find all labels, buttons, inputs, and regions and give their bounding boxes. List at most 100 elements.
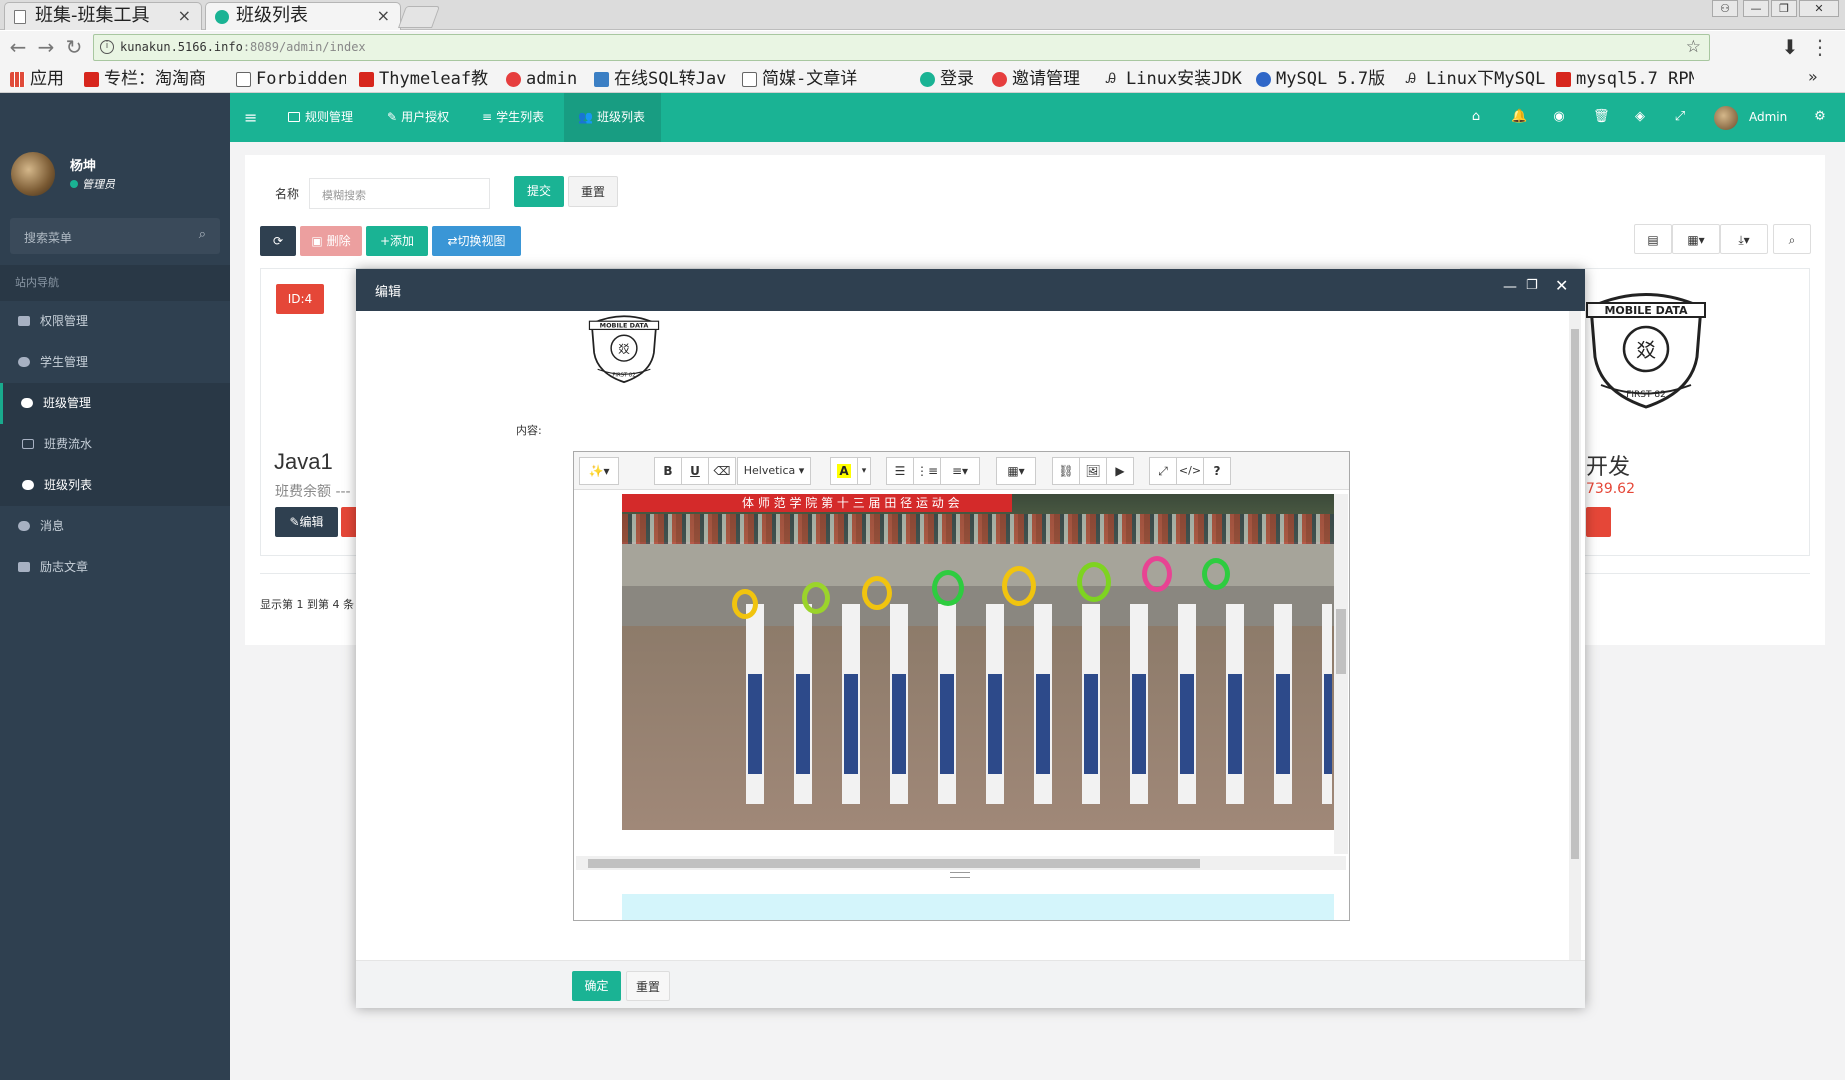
search-icon[interactable]: ⌕ xyxy=(199,227,206,242)
bookmark-item[interactable]: admin xyxy=(504,67,592,91)
ordered-list-icon[interactable]: ⋮≡ xyxy=(913,457,941,485)
magic-icon[interactable]: ✨▾ xyxy=(579,457,619,485)
sidebar-item-classes[interactable]: 班级管理 xyxy=(0,383,230,424)
rich-text-editor[interactable]: ✨▾ B U ⌫ Helvetica ▾ A ▾ ☰ ⋮≡ ≡▾ ▦▾ ⛓ 🖼 … xyxy=(573,451,1350,921)
more-bookmarks-icon[interactable]: » xyxy=(1808,67,1818,86)
bookmark-item[interactable]: mysql5.7 RPM xyxy=(1554,67,1694,91)
bookmark-item[interactable]: 邀请管理 xyxy=(990,67,1096,91)
list-view-button[interactable]: ▤ xyxy=(1634,224,1672,254)
sidebar-item-students[interactable]: 学生管理 xyxy=(0,342,230,383)
editor-hscrollbar[interactable] xyxy=(576,856,1346,870)
sidebar-item-class-list[interactable]: 班级列表 xyxy=(0,465,230,506)
avatar[interactable] xyxy=(1714,106,1738,130)
underline-button[interactable]: U xyxy=(681,457,709,485)
hamburger-icon[interactable]: ≡ xyxy=(244,93,264,142)
bold-button[interactable]: B xyxy=(654,457,682,485)
browser-tab-1[interactable]: 班集-班集工具 × xyxy=(4,2,202,30)
csdn-icon xyxy=(1556,72,1571,87)
bookmark-apps[interactable]: 应用 xyxy=(8,67,76,91)
align-icon[interactable]: ≡▾ xyxy=(940,457,980,485)
info-icon[interactable]: i xyxy=(100,40,114,54)
bookmark-item[interactable]: Ꭿ Linux安装JDK xyxy=(1104,67,1242,91)
bookmark-item[interactable]: Forbidden xyxy=(234,67,346,91)
unordered-list-icon[interactable]: ☰ xyxy=(886,457,914,485)
bookmark-item[interactable]: Ꭿ Linux下MySQL xyxy=(1404,67,1552,91)
bookmark-item[interactable]: Thymeleaf教 xyxy=(357,67,492,91)
close-icon[interactable]: × xyxy=(377,3,390,29)
bookmark-item[interactable]: MySQL 5.7版 xyxy=(1254,67,1396,91)
reload-icon[interactable]: ↻ xyxy=(62,36,86,60)
add-button[interactable]: +添加 xyxy=(366,226,428,256)
editor-scrollbar[interactable] xyxy=(1334,494,1348,854)
topnav-auth[interactable]: ✎ 用户授权 xyxy=(387,93,457,142)
reset-button[interactable]: 重置 xyxy=(568,176,618,207)
resize-handle[interactable] xyxy=(950,872,970,878)
maximize-icon[interactable]: ❐ xyxy=(1526,278,1538,293)
refresh-button[interactable]: ⟳ xyxy=(260,226,296,256)
sidebar-item-articles[interactable]: 励志文章 xyxy=(0,547,230,588)
delete-card-button[interactable] xyxy=(1586,507,1611,537)
export-button[interactable]: ⤓▾ xyxy=(1720,224,1768,254)
topnav-classes[interactable]: 👥 班级列表 xyxy=(564,93,661,142)
help-icon[interactable]: ? xyxy=(1203,457,1231,485)
close-icon[interactable]: × xyxy=(178,3,191,29)
font-color-icon[interactable]: A xyxy=(830,457,858,485)
browser-tab-2[interactable]: 班级列表 × xyxy=(205,2,401,30)
user-icon[interactable]: ⚇ xyxy=(1712,0,1738,17)
minimize-button[interactable]: — xyxy=(1743,0,1769,17)
new-tab-button[interactable] xyxy=(397,6,441,28)
sidebar-item-messages[interactable]: 消息 xyxy=(0,506,230,547)
bookmark-item[interactable]: 简媒-文章详 xyxy=(740,67,900,91)
bookmark-item[interactable]: 专栏：淘淘商 xyxy=(82,67,222,91)
gears-icon[interactable]: ⚙ xyxy=(1813,110,1827,124)
code-view-icon[interactable]: </> xyxy=(1176,457,1204,485)
switch-view-button[interactable]: ⇄切换视图 xyxy=(432,226,521,256)
back-icon[interactable]: ← xyxy=(6,36,30,60)
github-icon[interactable]: ◉ xyxy=(1552,110,1566,124)
font-family-select[interactable]: Helvetica ▾ xyxy=(737,457,811,485)
fullscreen-icon[interactable]: ⤢ xyxy=(1149,457,1177,485)
url-input[interactable]: i kunakun.5166.info:8089/admin/index ☆ xyxy=(93,34,1710,61)
edit-button[interactable]: ✎编辑 xyxy=(275,507,338,537)
topnav-students[interactable]: ≡ 学生列表 xyxy=(482,93,554,142)
logo-text: MOBILE DATA xyxy=(1604,304,1688,317)
submit-button[interactable]: 提交 xyxy=(514,176,564,207)
menu-icon[interactable]: ⋮ xyxy=(1808,36,1832,60)
search-button[interactable]: ⌕ xyxy=(1773,224,1811,254)
lock-icon[interactable]: ◈ xyxy=(1633,110,1647,124)
sidebar-item-permissions[interactable]: 权限管理 xyxy=(0,301,230,342)
scroll-thumb[interactable] xyxy=(1336,609,1346,674)
fullscreen-icon[interactable]: ⤢ xyxy=(1673,110,1687,124)
download-icon[interactable]: ⬇ xyxy=(1778,36,1802,60)
close-window-button[interactable]: ✕ xyxy=(1799,0,1839,17)
close-icon[interactable]: ✕ xyxy=(1555,276,1568,295)
name-search-input[interactable]: 模糊搜索 xyxy=(309,178,490,209)
sidebar-search-input[interactable]: 搜索菜单 ⌕ xyxy=(10,218,220,254)
columns-button[interactable]: ▦▾ xyxy=(1672,224,1720,254)
bookmark-item[interactable]: 在线SQL转Jav xyxy=(592,67,730,91)
sidebar-item-class-funds[interactable]: 班费流水 xyxy=(0,424,230,465)
topnav-rules[interactable]: 规则管理 xyxy=(288,93,360,142)
bookmark-item[interactable]: 登录 xyxy=(918,67,982,91)
eraser-icon[interactable]: ⌫ xyxy=(708,457,736,485)
avatar[interactable] xyxy=(11,152,55,196)
link-icon[interactable]: ⛓ xyxy=(1052,457,1080,485)
restore-button[interactable]: ❐ xyxy=(1771,0,1797,17)
trash-icon[interactable]: 🗑 xyxy=(1593,110,1610,124)
hscroll-thumb[interactable] xyxy=(588,859,1200,868)
scroll-thumb[interactable] xyxy=(1571,329,1579,859)
home-icon[interactable]: ⌂ xyxy=(1469,110,1483,124)
confirm-button[interactable]: 确定 xyxy=(572,971,621,1001)
minimize-icon[interactable]: — xyxy=(1503,279,1517,295)
modal-reset-button[interactable]: 重置 xyxy=(626,971,670,1001)
modal-scrollbar[interactable] xyxy=(1569,311,1581,963)
admin-label[interactable]: Admin xyxy=(1749,110,1787,124)
delete-button[interactable]: ▣ 删除 xyxy=(300,226,362,256)
image-icon[interactable]: 🖼 xyxy=(1079,457,1107,485)
forward-icon[interactable]: → xyxy=(34,36,58,60)
bell-icon[interactable]: 🔔 xyxy=(1511,110,1527,124)
star-icon[interactable]: ☆ xyxy=(1686,37,1701,57)
video-icon[interactable]: ▶ xyxy=(1106,457,1134,485)
table-icon[interactable]: ▦▾ xyxy=(996,457,1036,485)
font-color-dropdown[interactable]: ▾ xyxy=(857,457,871,485)
